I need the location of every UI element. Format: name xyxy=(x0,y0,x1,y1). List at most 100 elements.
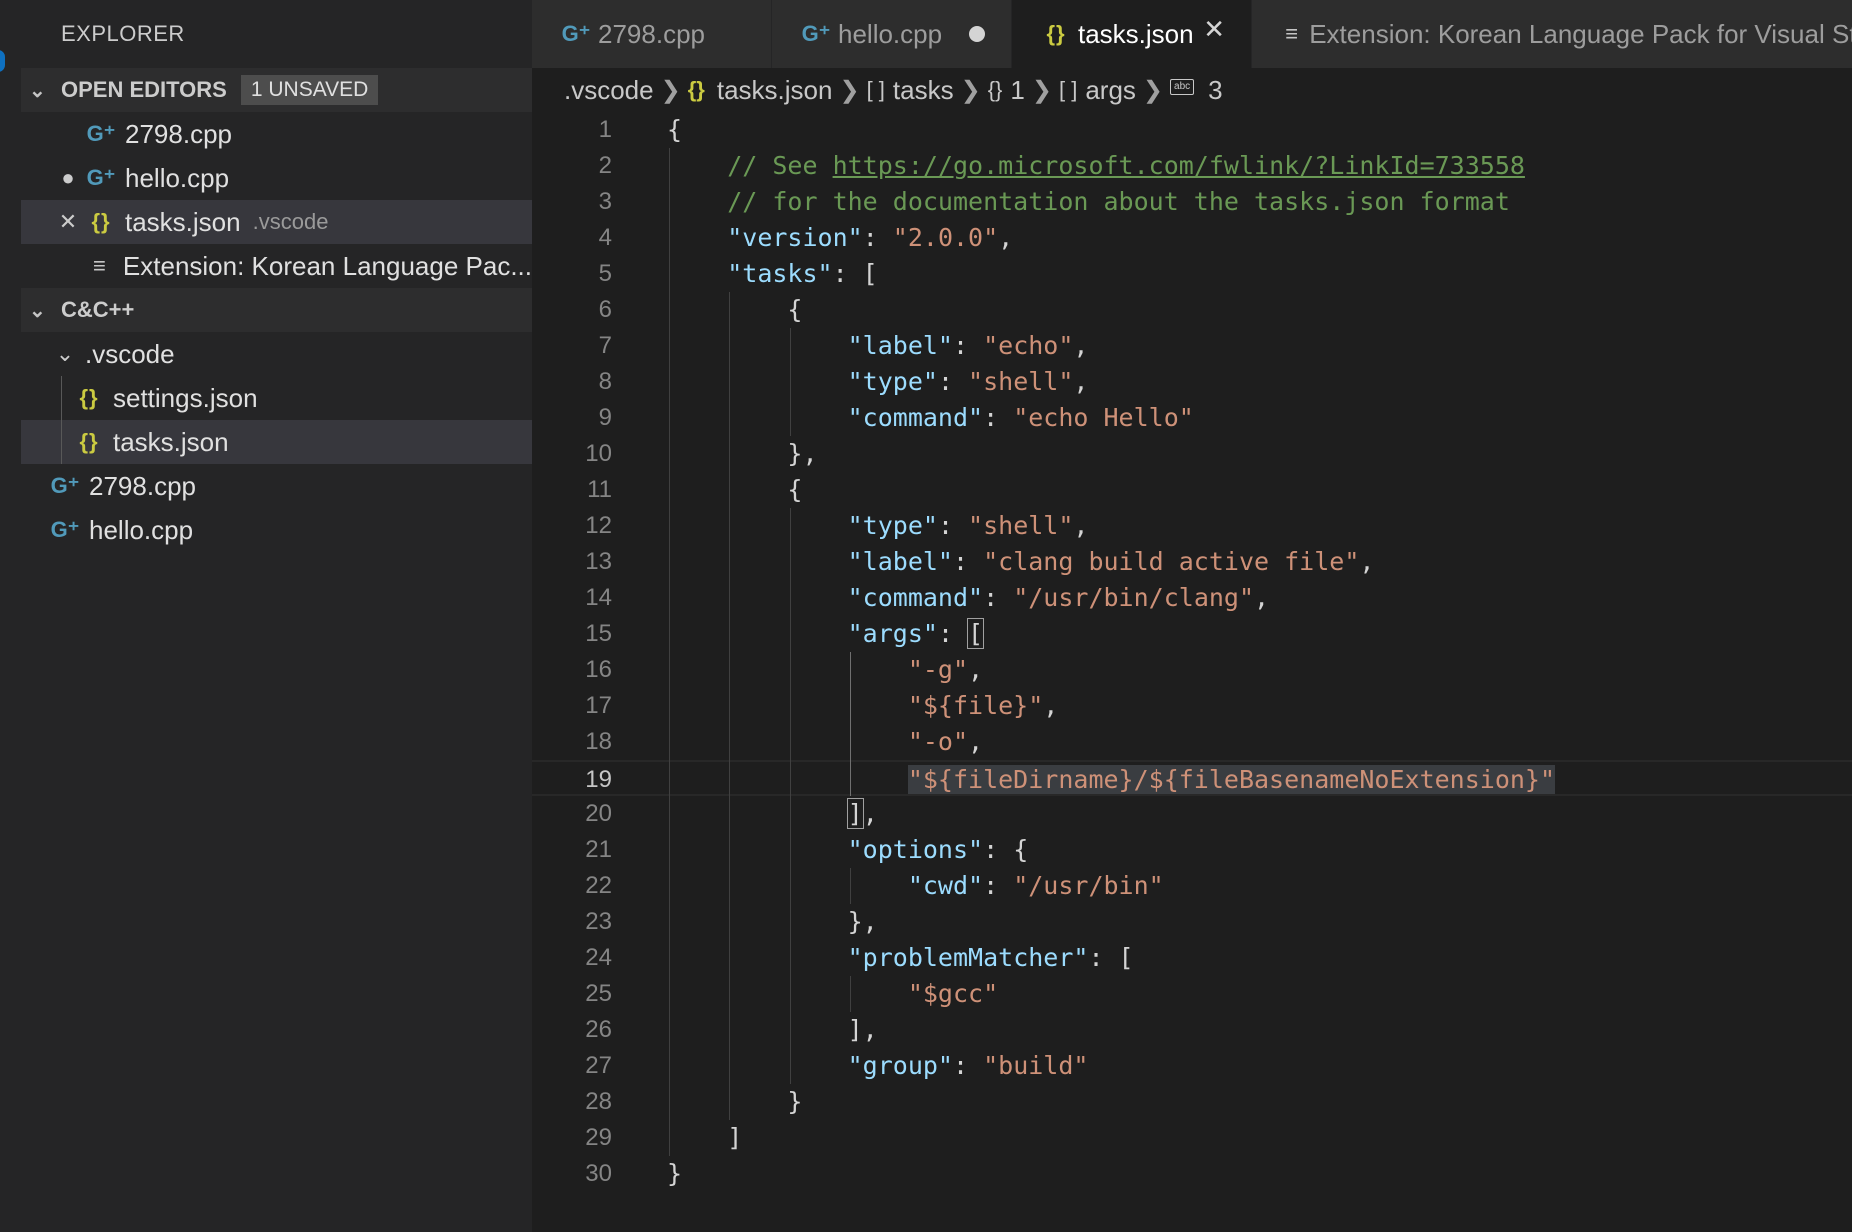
array-icon: [ ] xyxy=(866,77,885,102)
code-punctuation: : xyxy=(952,1051,984,1080)
code-punctuation: , xyxy=(1073,511,1089,540)
file-2798-cpp[interactable]: G⁺ 2798.cpp xyxy=(21,464,532,508)
tab-extension-korean-language-pack[interactable]: ≡ Extension: Korean Language Pack for Vi… xyxy=(1252,0,1852,68)
code-line[interactable]: 29 ] xyxy=(532,1120,1852,1156)
code-punctuation: , xyxy=(862,799,878,828)
line-number: 9 xyxy=(598,404,612,431)
code-punctuation: , xyxy=(968,655,984,684)
tab-hello-cpp[interactable]: G⁺ hello.cpp xyxy=(772,0,1012,68)
code-text: "label": "clang build active file", xyxy=(667,544,1375,580)
code-text: "command": "/usr/bin/clang", xyxy=(667,580,1269,616)
line-number: 23 xyxy=(585,908,612,935)
json-key: "cwd" xyxy=(907,871,984,900)
chevron-right-icon: ❯ xyxy=(839,76,860,104)
chevron-down-icon: ⌄ xyxy=(29,299,46,322)
code-punctuation: , xyxy=(968,727,984,756)
breadcrumb-item[interactable]: .vscode xyxy=(564,75,654,106)
code-punctuation: : xyxy=(983,871,1014,900)
line-number: 24 xyxy=(585,944,612,971)
open-editor-2798-cpp[interactable]: G⁺ 2798.cpp xyxy=(21,112,532,156)
code-line[interactable]: 3 // for the documentation about the tas… xyxy=(532,184,1852,220)
line-number: 14 xyxy=(585,584,612,611)
json-key: "options" xyxy=(847,835,984,864)
open-editor-tasks-json[interactable]: ✕ {} tasks.json .vscode xyxy=(21,200,532,244)
cpp-file-icon: G⁺ xyxy=(801,21,831,46)
code-punctuation xyxy=(667,871,908,900)
code-punctuation: , xyxy=(1073,331,1089,360)
code-punctuation xyxy=(667,331,848,360)
unsaved-dot-icon[interactable]: ● xyxy=(51,165,85,191)
line-number: 11 xyxy=(587,476,612,503)
indent-guide xyxy=(850,652,852,796)
cpp-file-icon: G⁺ xyxy=(561,21,591,46)
code-punctuation: , xyxy=(1359,547,1375,576)
json-file-icon: {} xyxy=(1046,21,1066,46)
code-text: { xyxy=(667,472,802,508)
unsaved-dot-icon[interactable] xyxy=(969,26,985,42)
chevron-down-icon: ⌄ xyxy=(55,341,75,366)
close-icon[interactable]: ✕ xyxy=(51,209,85,235)
comment-link[interactable]: https://go.microsoft.com/fwlink/?LinkId=… xyxy=(833,151,1525,180)
workspace-header[interactable]: ⌄ C&C++ xyxy=(21,288,532,332)
code-line[interactable]: 4 "version": "2.0.0", xyxy=(532,220,1852,256)
indent-guide xyxy=(850,868,852,904)
code-punctuation xyxy=(667,583,848,612)
tab-tasks-json[interactable]: {} tasks.json ✕ xyxy=(1012,0,1252,68)
line-number: 5 xyxy=(598,260,612,287)
json-key: "tasks" xyxy=(727,259,833,288)
code-text: "$gcc" xyxy=(667,976,998,1012)
breadcrumb-item[interactable]: args xyxy=(1085,75,1136,106)
code-punctuation: } xyxy=(667,1159,683,1188)
code-punctuation: : xyxy=(983,583,1014,612)
code-line[interactable]: 30} xyxy=(532,1156,1852,1192)
line-number: 22 xyxy=(585,872,612,899)
close-icon[interactable]: ✕ xyxy=(1203,14,1225,45)
code-line[interactable]: 5 "tasks": [ xyxy=(532,256,1852,292)
open-editor-extension-preview[interactable]: ≡ Extension: Korean Language Pac... xyxy=(21,244,532,288)
json-string: "echo" xyxy=(983,331,1074,360)
code-punctuation: ] xyxy=(667,1123,743,1152)
code-punctuation xyxy=(667,943,848,972)
folder-vscode[interactable]: ⌄ .vscode xyxy=(21,332,532,376)
open-editors-label: OPEN EDITORS xyxy=(61,77,227,102)
string-icon: abc xyxy=(1170,79,1195,95)
file-tasks-json[interactable]: {} tasks.json xyxy=(21,420,532,464)
file-hello-cpp[interactable]: G⁺ hello.cpp xyxy=(21,508,532,552)
code-text: "tasks": [ xyxy=(667,256,878,292)
breadcrumb-item[interactable]: 1 xyxy=(1010,75,1024,106)
code-editor[interactable]: 1{2 // See https://go.microsoft.com/fwli… xyxy=(532,112,1852,1232)
folder-label: .vscode xyxy=(85,338,175,369)
file-settings-json[interactable]: {} settings.json xyxy=(21,376,532,420)
code-punctuation: { xyxy=(667,295,803,324)
code-punctuation xyxy=(667,765,908,794)
code-text: "problemMatcher": [ xyxy=(667,940,1134,976)
code-line[interactable]: 1{ xyxy=(532,112,1852,148)
code-punctuation: : { xyxy=(983,835,1029,864)
breadcrumb-item[interactable]: tasks.json xyxy=(717,75,833,106)
selected-string: "${fileDirname}/${fileBasenameNoExtensio… xyxy=(907,765,1556,794)
open-editors-header[interactable]: ⌄ OPEN EDITORS 1 UNSAVED xyxy=(21,68,532,112)
extension-preview-icon: ≡ xyxy=(93,253,106,278)
breadcrumb-item[interactable]: tasks xyxy=(893,75,954,106)
code-punctuation: : [ xyxy=(1088,943,1134,972)
editor-tab-bar: G⁺ 2798.cpp G⁺ hello.cpp {} tasks.json ✕… xyxy=(532,0,1852,68)
tab-2798-cpp[interactable]: G⁺ 2798.cpp xyxy=(532,0,772,68)
object-icon: {} xyxy=(987,77,1003,102)
json-key: "args" xyxy=(847,619,938,648)
explorer-sidebar: EXPLORER ⌄ OPEN EDITORS 1 UNSAVED G⁺ 279… xyxy=(21,0,532,1232)
open-editor-hello-cpp[interactable]: ● G⁺ hello.cpp xyxy=(21,156,532,200)
code-punctuation: : xyxy=(952,547,984,576)
cpp-file-icon: G⁺ xyxy=(86,121,116,146)
breadcrumb: .vscode ❯ {} tasks.json ❯ [ ] tasks ❯ {}… xyxy=(532,68,1852,112)
code-punctuation xyxy=(667,727,908,756)
code-line[interactable]: 2 // See https://go.microsoft.com/fwlink… xyxy=(532,148,1852,184)
json-key: "type" xyxy=(847,367,938,396)
chevron-right-icon: ❯ xyxy=(1031,76,1052,104)
breadcrumb-item[interactable]: 3 xyxy=(1208,75,1222,106)
json-file-icon: {} xyxy=(79,385,99,410)
cpp-file-icon: G⁺ xyxy=(50,473,80,498)
code-punctuation: : xyxy=(952,331,984,360)
file-label: 2798.cpp xyxy=(89,470,196,501)
chevron-right-icon: ❯ xyxy=(960,76,981,104)
array-icon: [ ] xyxy=(1058,77,1078,102)
